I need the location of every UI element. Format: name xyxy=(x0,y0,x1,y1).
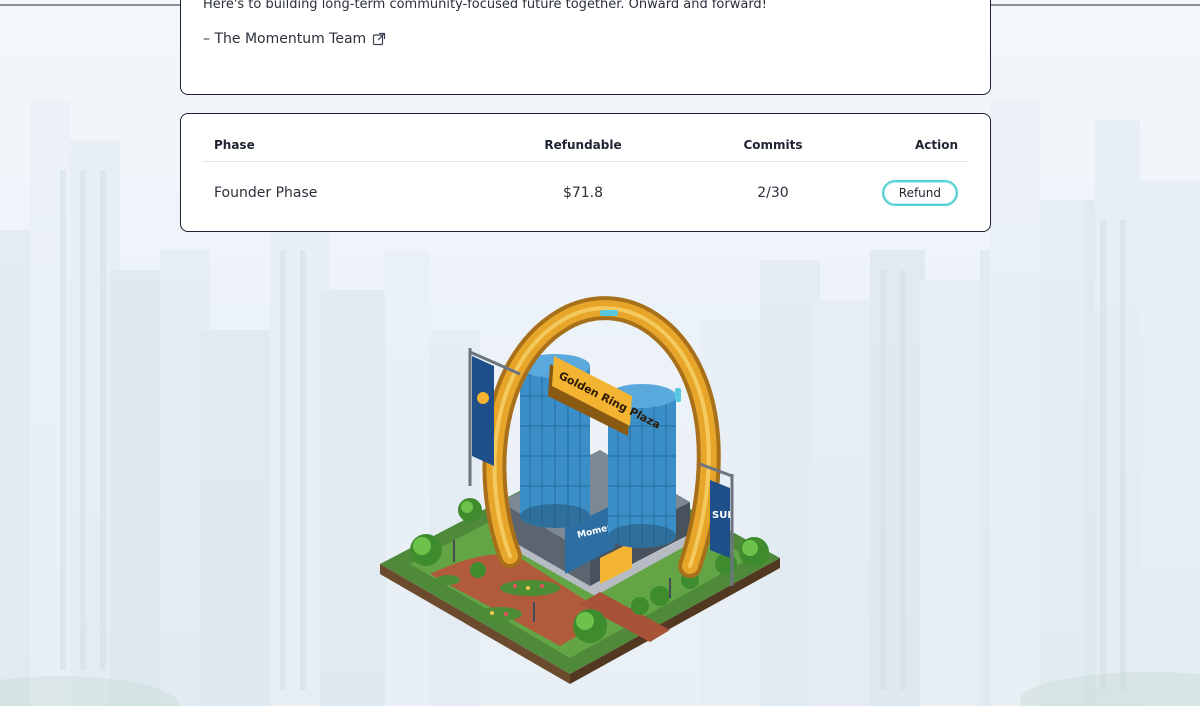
announcement-letter-card: Here's to building long-term community-f… xyxy=(180,0,991,95)
header-refundable: Refundable xyxy=(544,137,622,152)
cell-action: Refund xyxy=(881,162,958,224)
team-signature-link[interactable]: – The Momentum Team xyxy=(203,31,386,47)
letter-closing-line: Here's to building long-term community-f… xyxy=(203,0,767,12)
header-phase: Phase xyxy=(214,137,255,152)
header-commits: Commits xyxy=(743,137,803,152)
header-action: Action xyxy=(914,137,958,152)
signature-text: – The Momentum Team xyxy=(203,31,367,47)
golden-ring-plaza-illustration: Momentum Golden Ring Plaza SUI xyxy=(380,296,780,684)
external-link-icon xyxy=(373,32,386,46)
table-row: Founder Phase $71.8 2/30 Refund xyxy=(203,162,968,224)
cell-refundable: $71.8 xyxy=(562,185,604,201)
cell-commits: 2/30 xyxy=(757,185,789,201)
banner-text: SUI xyxy=(712,510,731,521)
banner-emblem-icon xyxy=(477,392,489,404)
cell-phase: Founder Phase xyxy=(214,185,318,201)
table-header-row: Phase Refundable Commits Action xyxy=(203,128,968,162)
refund-button[interactable]: Refund xyxy=(881,180,958,206)
phase-table-card: Phase Refundable Commits Action Founder … xyxy=(180,113,991,232)
